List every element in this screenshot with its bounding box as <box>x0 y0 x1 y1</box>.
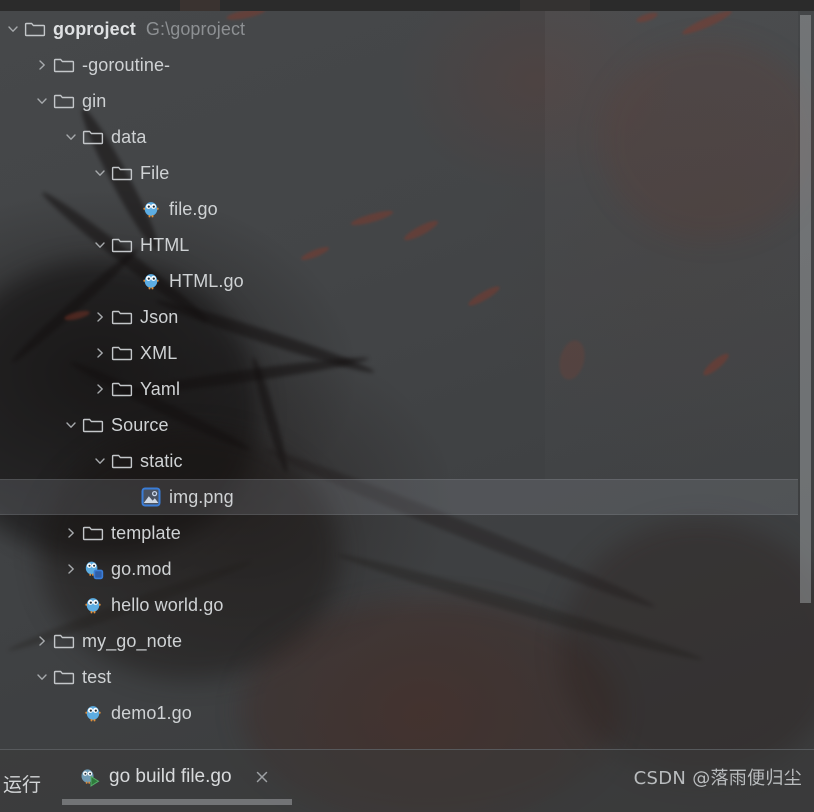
folder-icon <box>111 162 133 184</box>
folder-icon <box>82 414 104 436</box>
tree-row-yaml[interactable]: Yaml <box>0 371 798 407</box>
tree-row-label: HTML <box>140 234 190 255</box>
folder-icon <box>53 666 75 688</box>
tree-row-file-go[interactable]: file.go <box>0 191 798 227</box>
chevron-right-icon[interactable] <box>89 342 111 364</box>
tree-row-img-png[interactable]: img.png <box>0 479 798 515</box>
chevron-right-icon[interactable] <box>60 522 82 544</box>
go-gopher-icon <box>82 594 104 616</box>
folder-icon <box>111 378 133 400</box>
chevron-down-icon[interactable] <box>60 414 82 436</box>
tree-row-label: data <box>111 126 147 147</box>
vertical-scrollbar-track[interactable] <box>798 11 814 749</box>
tree-row-gin[interactable]: gin <box>0 83 798 119</box>
folder-icon <box>111 306 133 328</box>
folder-icon <box>24 18 46 40</box>
folder-icon <box>111 450 133 472</box>
tree-row-label: XML <box>140 342 178 363</box>
tree-row-label: File <box>140 162 170 183</box>
tree-row-label: template <box>111 522 181 543</box>
chevron-down-icon[interactable] <box>31 90 53 112</box>
tree-row-label: demo1.go <box>111 702 192 723</box>
run-configuration-tab-label: go build file.go <box>109 766 232 787</box>
tree-row-secondary-path: G:\goproject <box>145 18 246 39</box>
ide-project-tool-window: goproject G:\goproject -goroutine-gin data F… <box>0 0 814 812</box>
tree-row-template[interactable]: template <box>0 515 798 551</box>
chevron-right-icon[interactable] <box>89 378 111 400</box>
tree-row-static[interactable]: static <box>0 443 798 479</box>
tree-row-label: goproject <box>53 18 136 39</box>
chevron-right-icon[interactable] <box>89 306 111 328</box>
go-gopher-icon <box>140 270 162 292</box>
tree-row-label: img.png <box>169 486 234 507</box>
chevron-down-icon[interactable] <box>2 18 24 40</box>
chevron-down-icon[interactable] <box>31 666 53 688</box>
go-mod-icon <box>82 558 104 580</box>
tree-row-label: test <box>82 666 112 687</box>
tree-row-label: file.go <box>169 198 218 219</box>
tree-row-label: -goroutine- <box>82 54 171 75</box>
run-tool-window-label[interactable]: 运行 <box>3 770 41 797</box>
tree-row-goroutine[interactable]: -goroutine- <box>0 47 798 83</box>
tree-row-source[interactable]: Source <box>0 407 798 443</box>
run-configuration-tab[interactable]: go build file.go <box>78 760 272 794</box>
tree-row-data[interactable]: data <box>0 119 798 155</box>
tree-row-go-mod[interactable]: go.mod <box>0 551 798 587</box>
vertical-scrollbar-thumb[interactable] <box>800 15 811 603</box>
chevron-right-icon[interactable] <box>60 558 82 580</box>
project-tree[interactable]: goproject G:\goproject -goroutine-gin data F… <box>0 11 798 749</box>
chevron-down-icon[interactable] <box>60 126 82 148</box>
chevron-right-icon[interactable] <box>31 54 53 76</box>
chevron-down-icon[interactable] <box>89 450 111 472</box>
top-strip <box>0 0 814 11</box>
tree-row-file-dir[interactable]: File <box>0 155 798 191</box>
folder-icon <box>82 522 104 544</box>
tree-row-label: Yaml <box>140 378 181 399</box>
tree-row-json[interactable]: Json <box>0 299 798 335</box>
go-gopher-icon <box>82 702 104 724</box>
folder-icon <box>53 90 75 112</box>
image-file-icon <box>140 486 162 508</box>
tree-row-test[interactable]: test <box>0 659 798 695</box>
tree-row-label: go.mod <box>111 558 172 579</box>
folder-icon <box>53 54 75 76</box>
chevron-down-icon[interactable] <box>89 162 111 184</box>
tree-row-label: Source <box>111 414 169 435</box>
tree-row-label: my_go_note <box>82 630 183 651</box>
chevron-right-icon[interactable] <box>31 630 53 652</box>
chevron-down-icon[interactable] <box>89 234 111 256</box>
close-icon[interactable] <box>252 767 272 787</box>
tree-row-demo1-go[interactable]: demo1.go <box>0 695 798 731</box>
tree-row-xml[interactable]: XML <box>0 335 798 371</box>
tree-row-my-go-note[interactable]: my_go_note <box>0 623 798 659</box>
folder-icon <box>111 234 133 256</box>
folder-icon <box>111 342 133 364</box>
csdn-watermark: CSDN @落雨便归尘 <box>633 768 802 789</box>
tree-row-html-dir[interactable]: HTML <box>0 227 798 263</box>
tree-row-goproject[interactable]: goproject G:\goproject <box>0 11 798 47</box>
folder-icon <box>82 126 104 148</box>
tree-row-label: HTML.go <box>169 270 244 291</box>
go-run-configuration-icon <box>78 766 100 788</box>
tree-row-label: static <box>140 450 183 471</box>
tree-row-label: gin <box>82 90 107 111</box>
tree-row-hello-world-go[interactable]: hello world.go <box>0 587 798 623</box>
horizontal-scrollbar-thumb[interactable] <box>62 799 292 805</box>
tree-row-label: Json <box>140 306 179 327</box>
tree-row-label: hello world.go <box>111 594 224 615</box>
go-gopher-icon <box>140 198 162 220</box>
folder-icon <box>53 630 75 652</box>
tree-row-html-go[interactable]: HTML.go <box>0 263 798 299</box>
